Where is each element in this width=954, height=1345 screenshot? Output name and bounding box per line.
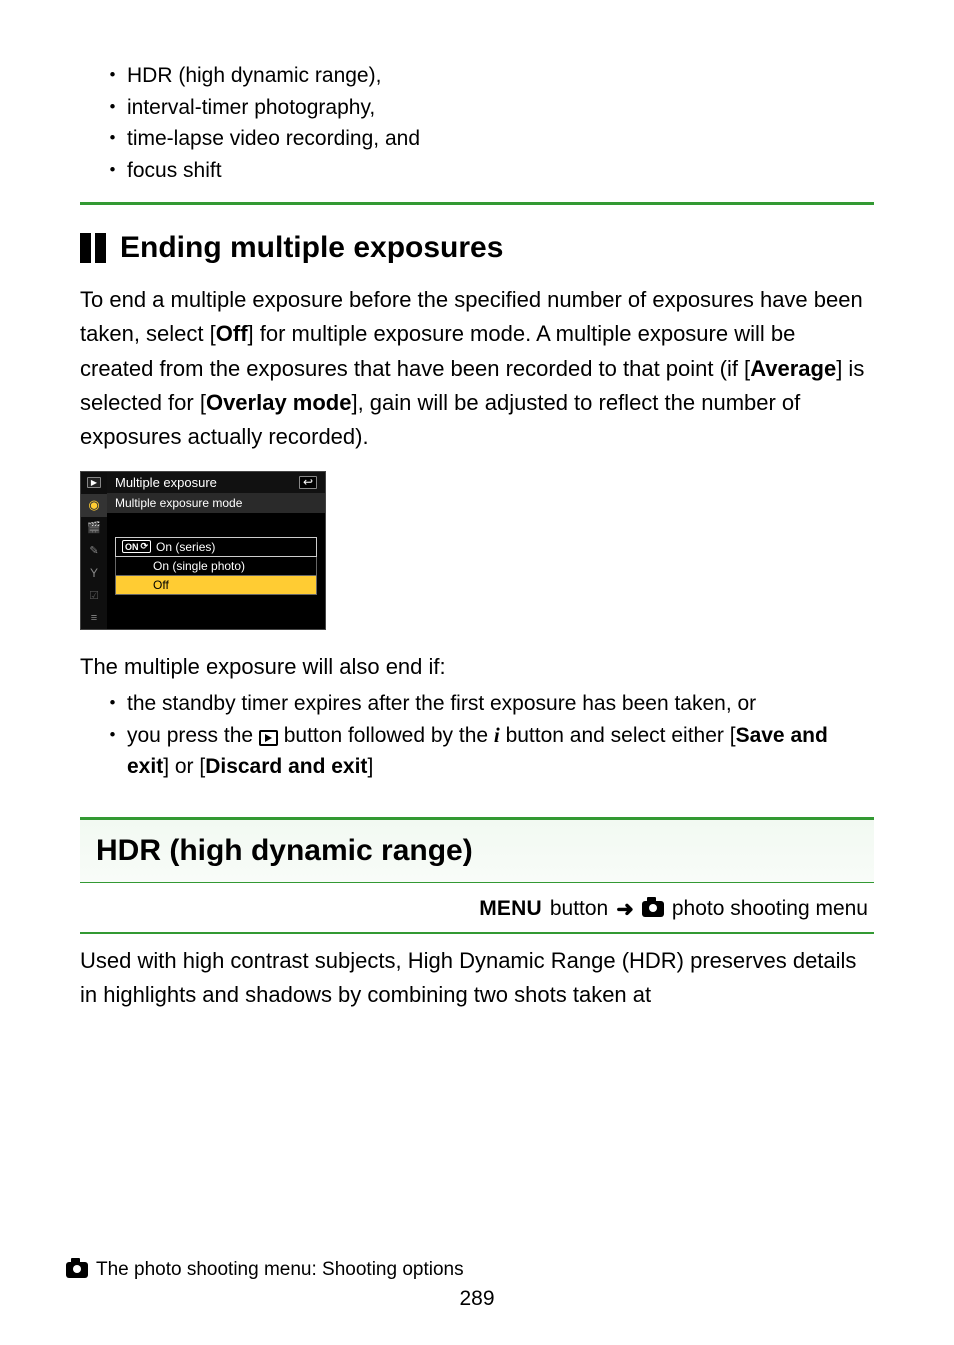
- menu-destination: photo shooting menu: [672, 897, 868, 921]
- list-item: you press the button followed by the i b…: [102, 720, 874, 783]
- menu-path: MENU button ➜ photo shooting menu: [80, 883, 874, 934]
- menu-button-label: MENU: [479, 897, 542, 921]
- menu-option: On (single photo): [115, 557, 317, 575]
- video-icon: 🎬: [87, 521, 101, 534]
- menu-title: Multiple exposure: [115, 475, 217, 490]
- menu-side-icons: ▶ ◉ 🎬 ✎ Y ☑ ≡: [81, 472, 107, 630]
- divider: [80, 202, 874, 205]
- arrow-right-icon: ➜: [616, 897, 634, 922]
- paragraph: Used with high contrast subjects, High D…: [80, 944, 874, 1013]
- footer-text: The photo shooting menu: Shooting option…: [96, 1259, 464, 1281]
- top-bullet-list: HDR (high dynamic range), interval-timer…: [80, 60, 874, 186]
- wrench-icon: Y: [90, 566, 98, 580]
- paragraph: To end a multiple exposure before the sp…: [80, 283, 874, 455]
- page-footer: The photo shooting menu: Shooting option…: [66, 1259, 888, 1311]
- list-item: focus shift: [102, 155, 874, 187]
- on-series-badge: ON⟳: [122, 540, 151, 553]
- menu-option: ON⟳ On (series): [115, 537, 317, 557]
- list-item: the standby timer expires after the firs…: [102, 688, 874, 720]
- camera-menu-screenshot: ▶ ◉ 🎬 ✎ Y ☑ ≡ Multiple exposure ↩ Multip…: [80, 471, 326, 631]
- pencil-icon: ✎: [89, 544, 98, 557]
- menu-header: Multiple exposure ↩: [107, 472, 325, 493]
- menu-option-box: ON⟳ On (series) On (single photo) Off: [115, 537, 317, 595]
- playback-button-icon: [259, 730, 278, 746]
- camera-icon: ◉: [88, 497, 99, 513]
- page-number: 289: [66, 1287, 888, 1311]
- paragraph: The multiple exposure will also end if:: [80, 650, 874, 684]
- list-item: interval-timer photography,: [102, 92, 874, 124]
- menu-option-selected: Off: [115, 575, 317, 595]
- list-item: time-lapse video recording, and: [102, 123, 874, 155]
- list-text: the standby timer expires after the firs…: [127, 688, 756, 720]
- list-text: HDR (high dynamic range),: [127, 60, 381, 92]
- heading-text: Ending multiple exposures: [120, 231, 503, 265]
- retouch-icon: ☑: [89, 589, 99, 602]
- section-heading: Ending multiple exposures: [80, 231, 874, 265]
- list-text: time-lapse video recording, and: [127, 123, 420, 155]
- end-bullet-list: the standby timer expires after the firs…: [80, 688, 874, 783]
- camera-icon: [66, 1262, 88, 1278]
- list-text: you press the button followed by the i b…: [127, 720, 874, 783]
- list-text: interval-timer photography,: [127, 92, 375, 124]
- menu-subheader: Multiple exposure mode: [107, 493, 325, 513]
- playback-icon: ▶: [87, 477, 101, 488]
- section-heading-hdr: HDR (high dynamic range): [80, 817, 874, 883]
- mymenu-icon: ≡: [91, 612, 97, 624]
- list-item: HDR (high dynamic range),: [102, 60, 874, 92]
- list-text: focus shift: [127, 155, 222, 187]
- heading-bars-icon: [80, 233, 106, 263]
- back-icon: ↩: [299, 476, 317, 489]
- camera-icon: [642, 901, 664, 917]
